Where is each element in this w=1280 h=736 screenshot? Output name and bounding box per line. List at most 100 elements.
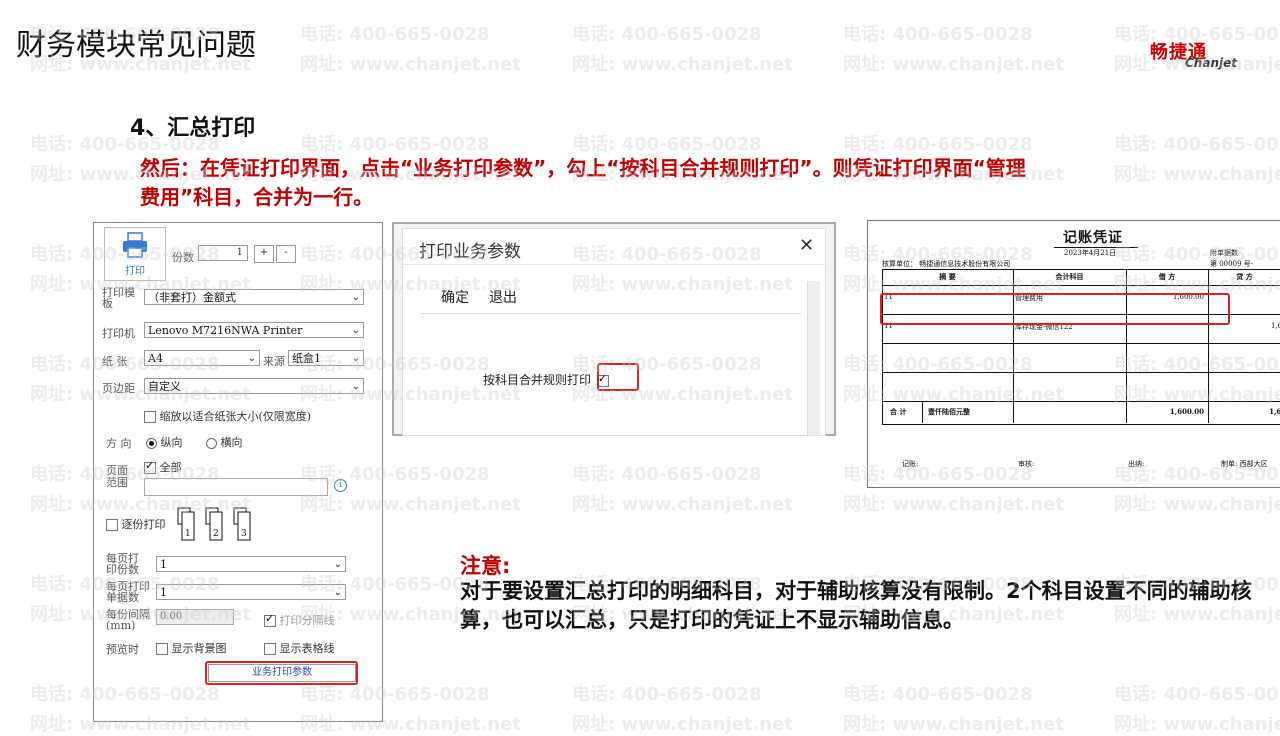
collate-pages-icon: 1 2 3	[177, 507, 251, 541]
voucher-total-credit: 1,600	[1269, 407, 1280, 416]
watermark-site: 网址: www.chanjet.net	[843, 494, 1064, 515]
margin-value: 自定义	[148, 380, 181, 393]
paper-value: A4	[148, 352, 163, 365]
watermark-site: 网址: www.chanjet.net	[843, 714, 1064, 735]
highlight-merged-row	[880, 293, 1230, 325]
show-grid-label: 显示表格线	[279, 642, 335, 655]
voucher-total-label: 合 计	[890, 407, 907, 416]
source-label: 来源	[263, 355, 285, 368]
instruction-text: 然后：在凭证打印界面，点击“业务打印参数”，勾上“按科目合并规则打印”。则凭证打…	[140, 156, 1026, 209]
printer-label: 打印机	[102, 327, 135, 340]
landscape-label: 横向	[220, 436, 243, 449]
info-icon[interactable]: i	[334, 479, 347, 492]
paper-label: 纸 张	[102, 355, 128, 368]
minus-label: -	[284, 247, 288, 258]
per-page-copies-label: 每页打印份数	[106, 552, 139, 576]
dialog-header-divider	[403, 264, 825, 265]
preview-label: 预览时	[106, 643, 139, 656]
copies-label: 份数	[172, 251, 194, 264]
watermark-phone: 电话: 400-665-0028	[843, 24, 1033, 45]
per-page-docs-value: 1	[160, 586, 167, 599]
fit-page-checkbox[interactable]: 缩放以适合纸张大小(仅限宽度)	[144, 408, 311, 424]
per-page-copies-value: 1	[160, 558, 167, 571]
company-label: 核算单位： 畅捷通信息技术股份有限公司	[882, 260, 1011, 268]
show-background-checkbox[interactable]: 显示背景图	[156, 640, 227, 656]
printer-select[interactable]: Lenovo M7216NWA Printer ⌄	[144, 322, 364, 338]
fit-page-label: 缩放以适合纸张大小(仅限宽度)	[159, 410, 312, 423]
voucher-header-cell: 借 方	[1158, 272, 1176, 281]
margin-select[interactable]: 自定义 ⌄	[144, 378, 364, 394]
voucher-total-words: 壹仟陆佰元整	[928, 407, 970, 416]
watermark-site: 网址: www.chanjet.net	[1114, 164, 1280, 185]
checkbox-box	[144, 411, 156, 423]
gap-value: 0.00	[160, 611, 183, 622]
exit-button[interactable]: 退出	[489, 287, 517, 307]
watermark-phone: 电话: 400-665-0028	[300, 24, 490, 45]
watermark-phone: 电话: 400-665-0028	[300, 134, 490, 155]
collate-checkbox[interactable]: 逐份打印	[106, 516, 166, 532]
footer-cashier: 出纳:	[1128, 460, 1145, 468]
gap-input[interactable]: 0.00	[156, 609, 234, 625]
all-pages-checkbox[interactable]: 全部	[144, 459, 182, 475]
source-select[interactable]: 纸盒1 ⌄	[288, 350, 364, 366]
confirm-button[interactable]: 确定	[441, 287, 469, 307]
print-button[interactable]: 打印	[104, 227, 166, 281]
footer-maker: 制单: 西部大区	[1221, 460, 1268, 468]
radio-icon	[206, 437, 217, 449]
svg-text:1: 1	[185, 529, 191, 539]
voucher-preview: 记账凭证 2023年4月21日 附单据数 第 00009 号- 核算单位： 畅捷…	[867, 220, 1280, 488]
watermark-phone: 电话: 400-665-0028	[1114, 684, 1280, 705]
watermark-site: 网址: www.chanjet.net	[572, 714, 793, 735]
voucher-row-line	[882, 285, 1280, 286]
per-page-docs-label: 每页打印单据数	[106, 580, 150, 604]
dialog-title: 打印业务参数	[419, 242, 521, 262]
voucher-title: 记账凭证	[1063, 230, 1123, 246]
voucher-col-line	[922, 401, 923, 423]
voucher-row-line	[882, 401, 1280, 402]
note-body: 对于要设置汇总打印的明细科目，对于辅助核算没有限制。2个科目设置不同的辅助核算，…	[460, 579, 1252, 632]
voucher-row-line	[882, 343, 1280, 344]
per-page-docs-select[interactable]: 1 ⌄	[156, 584, 346, 600]
watermark-site: 网址: www.chanjet.net	[1114, 714, 1280, 735]
close-icon[interactable]: ✕	[799, 235, 814, 256]
show-background-label: 显示背景图	[171, 642, 227, 655]
watermark-phone: 电话: 400-665-0028	[572, 134, 762, 155]
voucher-header-cell: 贷 方	[1236, 272, 1253, 281]
show-grid-checkbox[interactable]: 显示表格线	[264, 640, 335, 656]
separator-checkbox[interactable]: 打印分隔线	[264, 612, 335, 628]
copies-plus-button[interactable]: +	[254, 245, 274, 263]
separator-label: 打印分隔线	[279, 614, 335, 627]
source-value: 纸盒1	[292, 352, 321, 365]
copies-minus-button[interactable]: -	[276, 245, 296, 263]
section-heading: 4、汇总打印	[130, 116, 256, 141]
watermark-phone: 电话: 400-665-0028	[572, 24, 762, 45]
watermark-phone: 电话: 400-665-0028	[1114, 134, 1280, 155]
page-range-input[interactable]	[144, 478, 328, 496]
chevron-down-icon: ⌄	[351, 381, 360, 392]
copies-input[interactable]: 1	[198, 245, 248, 261]
slide-title: 财务模块常见问题	[16, 28, 256, 63]
footer-reviewer: 审核:	[1018, 460, 1035, 468]
range-label: 页面范围	[106, 464, 128, 489]
voucher-row-line	[882, 372, 1280, 373]
checkbox-box	[264, 643, 276, 655]
scrollbar[interactable]	[807, 281, 820, 435]
watermark-site: 网址: www.chanjet.net	[572, 54, 793, 75]
merge-option[interactable]: 按科目合并规则打印	[483, 371, 609, 388]
merge-label: 按科目合并规则打印	[483, 373, 592, 387]
radio-selected-icon	[146, 437, 157, 449]
landscape-radio[interactable]: 横向	[206, 434, 243, 450]
portrait-radio[interactable]: 纵向	[146, 434, 183, 450]
voucher-total-debit: 1,600.00	[1169, 407, 1204, 416]
attach-label: 附单据数	[1210, 249, 1238, 257]
template-select[interactable]: （非套打）金额式 ⌄	[144, 289, 364, 305]
per-page-copies-select[interactable]: 1 ⌄	[156, 556, 346, 572]
checkbox-box	[106, 519, 118, 531]
print-settings-panel: 打印 份数 1 + - 打印模板 （非套打）金额式 ⌄ 打印机 Lenovo M…	[93, 222, 383, 722]
logo-subtitle: Chanjet	[1185, 56, 1237, 70]
note-title: 注意:	[460, 554, 511, 578]
direction-label: 方 向	[106, 437, 132, 450]
chevron-down-icon: ⌄	[351, 325, 360, 336]
svg-text:2: 2	[213, 529, 219, 539]
paper-select[interactable]: A4 ⌄	[144, 350, 260, 366]
